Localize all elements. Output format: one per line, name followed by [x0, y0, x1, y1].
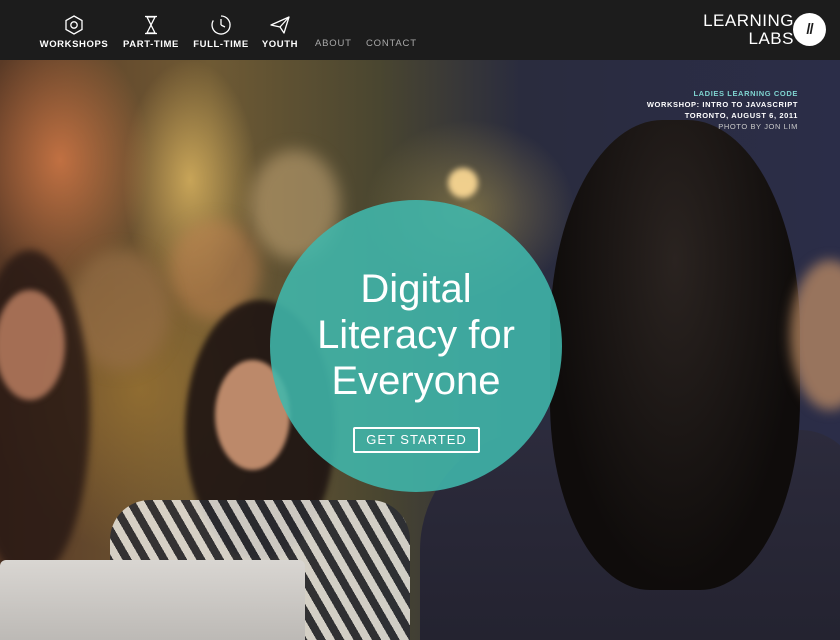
paper-plane-icon — [270, 16, 290, 34]
nav-item-label: YOUTH — [261, 39, 299, 50]
brand-line-2: LABS — [748, 29, 794, 48]
top-navigation: WORKSHOPS PART-TIME FULL-TIME YOUTH ABOU… — [0, 0, 840, 60]
nav-item-full-time[interactable]: FULL-TIME — [193, 14, 249, 54]
hourglass-icon — [145, 15, 157, 35]
headline-line: Digital — [360, 267, 472, 311]
headline-line: Literacy for — [317, 313, 515, 357]
nav-item-label: WORKSHOPS — [39, 39, 109, 50]
photo-laptop — [0, 560, 305, 640]
hexagon-icon — [65, 15, 83, 35]
nav-item-workshops[interactable]: WORKSHOPS — [39, 14, 109, 54]
credit-organization: LADIES LEARNING CODE — [693, 89, 798, 98]
photo-bokeh-light — [448, 168, 478, 198]
credit-event: WORKSHOP: INTRO TO JAVASCRIPT — [646, 100, 798, 109]
nav-item-youth[interactable]: YOUTH — [262, 14, 298, 54]
photo-speaker-hair — [550, 120, 800, 590]
credit-photographer: PHOTO BY JON LIM — [718, 122, 798, 131]
nav-link-contact[interactable]: CONTACT — [366, 38, 417, 49]
brand-logo-text[interactable]: LEARNING LABS — [703, 11, 794, 48]
nav-item-label: FULL-TIME — [193, 39, 249, 50]
headline-line: Everyone — [331, 359, 501, 403]
brand-line-1: LEARNING — [703, 11, 794, 30]
clock-icon — [211, 15, 231, 35]
credit-location-date: TORONTO, AUGUST 6, 2011 — [684, 111, 798, 120]
nav-item-part-time[interactable]: PART-TIME — [122, 14, 180, 54]
hero-headline: Digital Literacy for Everyone — [270, 266, 562, 404]
hero-circle: Digital Literacy for Everyone GET STARTE… — [270, 200, 562, 492]
photo-credit: LADIES LEARNING CODE WORKSHOP: INTRO TO … — [647, 88, 798, 132]
get-started-button[interactable]: GET STARTED — [353, 427, 480, 453]
nav-item-label: PART-TIME — [123, 39, 179, 50]
nav-link-about[interactable]: ABOUT — [315, 38, 352, 49]
brand-mark-icon[interactable]: // — [793, 13, 826, 46]
